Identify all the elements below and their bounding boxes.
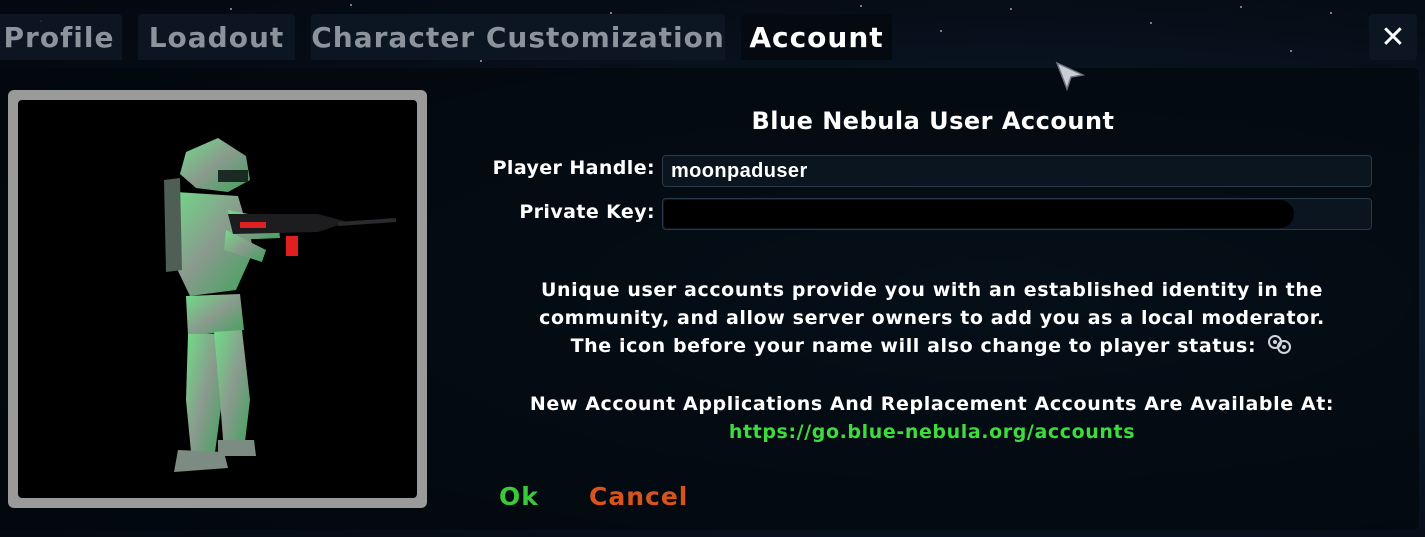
player-handle-label: Player Handle: xyxy=(492,157,655,179)
tab-label: Profile xyxy=(3,20,115,54)
tab-label: Account xyxy=(749,20,884,54)
info-line: The icon before your name will also chan… xyxy=(500,332,1364,360)
info-line-text: The icon before your name will also chan… xyxy=(570,335,1257,357)
character-preview xyxy=(8,90,427,508)
close-icon: ✕ xyxy=(1380,19,1406,55)
info-text: Unique user accounts provide you with an… xyxy=(500,276,1364,360)
tab-loadout[interactable]: Loadout xyxy=(138,14,295,60)
character-preview-viewport xyxy=(18,100,417,498)
accounts-link[interactable]: https://go.blue-nebula.org/accounts xyxy=(500,418,1364,446)
ok-button[interactable]: Ok xyxy=(499,482,539,511)
tab-account[interactable]: Account xyxy=(741,14,892,60)
character-model-icon xyxy=(164,138,397,472)
tab-label: Loadout xyxy=(148,20,285,54)
tab-bar: Profile Loadout Character Customization … xyxy=(0,0,1425,62)
info-line: Unique user accounts provide you with an… xyxy=(541,279,1323,301)
application-line: New Account Applications And Replacement… xyxy=(529,393,1335,415)
private-key-masked-value xyxy=(664,200,1294,228)
player-handle-input[interactable] xyxy=(662,155,1372,187)
tab-label: Character Customization xyxy=(311,20,725,54)
info-line: community, and allow server owners to ad… xyxy=(539,307,1325,329)
mouse-cursor-icon xyxy=(1055,61,1085,91)
cancel-button[interactable]: Cancel xyxy=(589,482,688,511)
tab-character-customization[interactable]: Character Customization xyxy=(311,14,725,60)
player-status-icon xyxy=(1268,335,1292,354)
account-application-text: New Account Applications And Replacement… xyxy=(500,390,1364,446)
account-title: Blue Nebula User Account xyxy=(751,107,1115,135)
private-key-label: Private Key: xyxy=(519,201,655,223)
close-button[interactable]: ✕ xyxy=(1369,14,1417,60)
tab-profile[interactable]: Profile xyxy=(0,14,122,60)
